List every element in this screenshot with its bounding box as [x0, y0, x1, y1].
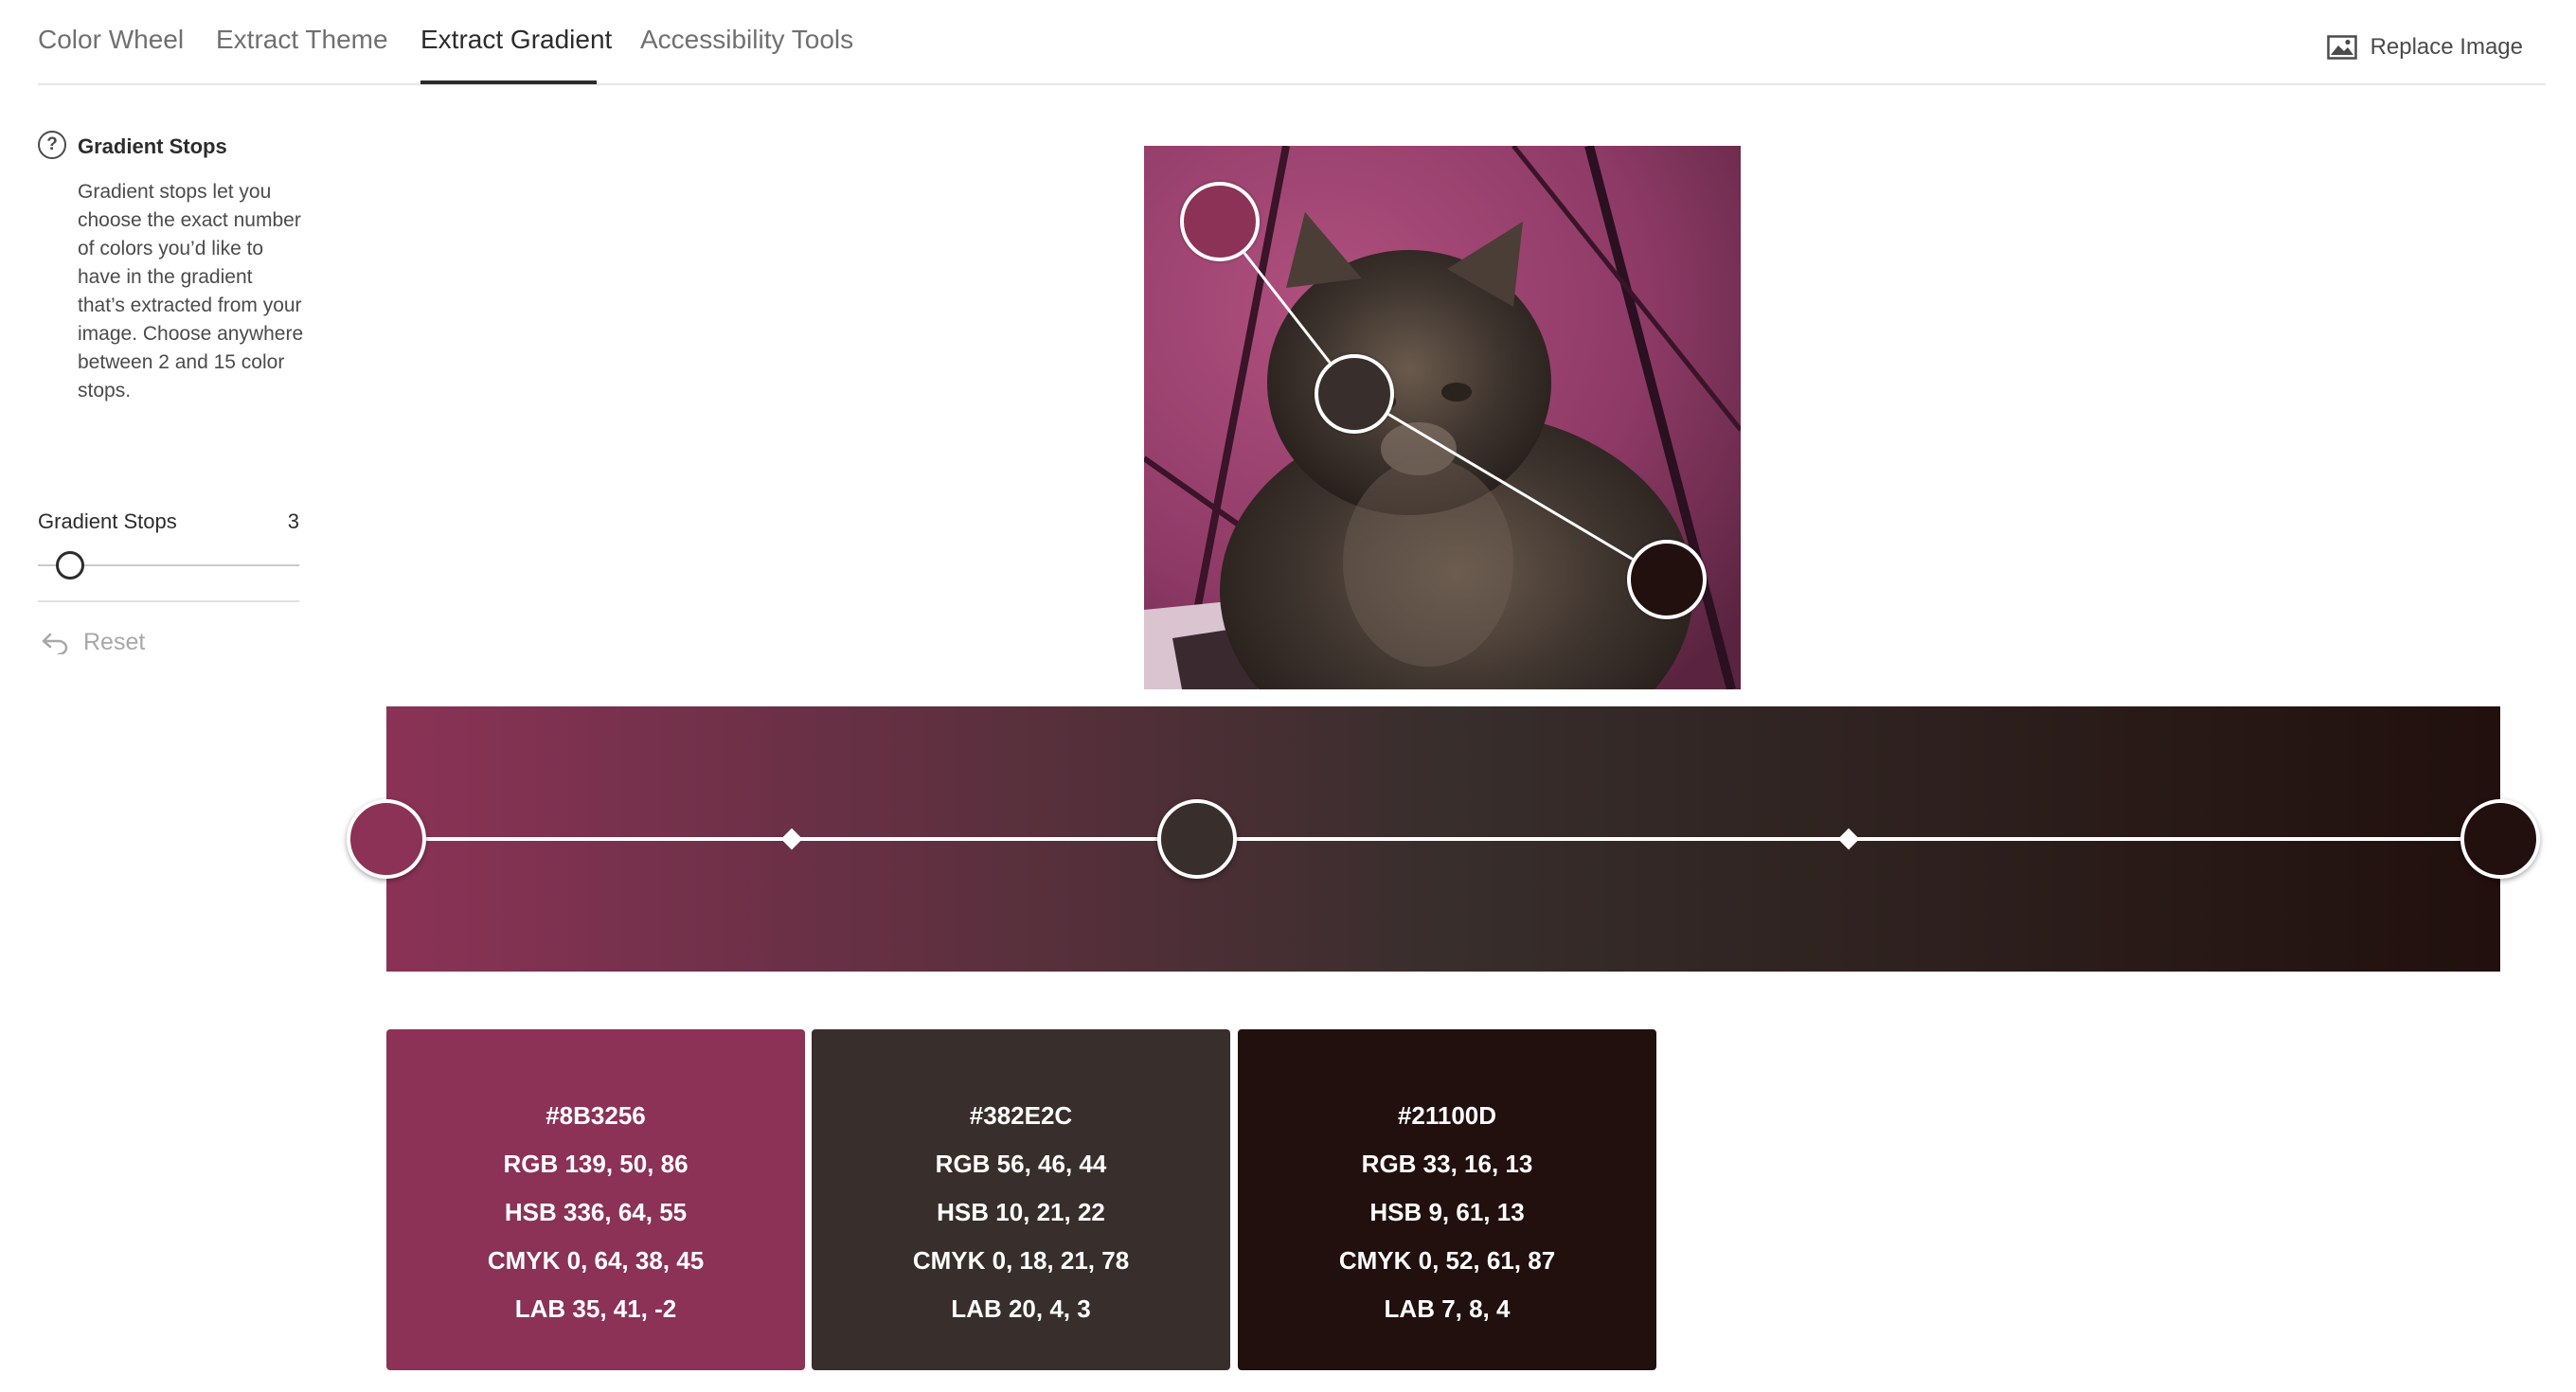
gradient-stops-label: Gradient Stops	[38, 509, 177, 533]
gradient-midpoint-2[interactable]	[1837, 828, 1860, 850]
swatch-lab: LAB 7, 8, 4	[1384, 1294, 1511, 1323]
swatch-hsb: HSB 9, 61, 13	[1369, 1198, 1525, 1226]
source-image[interactable]	[1144, 146, 1741, 689]
active-tab-indicator	[420, 80, 597, 84]
swatch-rgb: RGB 56, 46, 44	[935, 1150, 1107, 1178]
swatch-cmyk: CMYK 0, 18, 21, 78	[912, 1246, 1130, 1275]
image-icon	[2326, 35, 2357, 60]
swatch-hex: #8B3256	[546, 1101, 646, 1130]
swatch-hex: #382E2C	[969, 1101, 1073, 1130]
gradient-preview	[347, 706, 2540, 972]
color-swatch-3[interactable]: #21100D RGB 33, 16, 13 HSB 9, 61, 13 CMY…	[1238, 1029, 1656, 1370]
tab-extract-theme[interactable]: Extract Theme	[216, 25, 388, 55]
swatch-lab: LAB 35, 41, -2	[514, 1294, 677, 1323]
tab-extract-gradient[interactable]: Extract Gradient	[420, 25, 612, 55]
gradient-track-line	[386, 837, 2500, 841]
image-color-picker-2[interactable]	[1315, 354, 1394, 434]
swatch-lab: LAB 20, 4, 3	[951, 1294, 1091, 1323]
help-description: Gradient stops let you choose the exact …	[78, 181, 304, 402]
replace-image-label: Replace Image	[2370, 34, 2523, 60]
tab-accessibility-tools[interactable]: Accessibility Tools	[640, 25, 853, 55]
gradient-stop-3[interactable]	[2460, 799, 2540, 879]
image-color-picker-3[interactable]	[1627, 540, 1707, 619]
color-swatch-2[interactable]: #382E2C RGB 56, 46, 44 HSB 10, 21, 22 CM…	[812, 1029, 1230, 1370]
image-color-picker-1[interactable]	[1180, 182, 1260, 261]
swatch-hsb: HSB 336, 64, 55	[504, 1198, 688, 1226]
swatch-cmyk: CMYK 0, 52, 61, 87	[1338, 1246, 1556, 1275]
help-icon[interactable]: ?	[38, 131, 66, 159]
swatch-hsb: HSB 10, 21, 22	[937, 1198, 1105, 1226]
gradient-midpoint-1[interactable]	[780, 828, 803, 850]
reset-button[interactable]: Reset	[40, 629, 145, 656]
swatch-hex: #21100D	[1397, 1101, 1497, 1130]
tab-color-wheel[interactable]: Color Wheel	[38, 25, 184, 55]
top-nav: Color Wheel Extract Theme Extract Gradie…	[38, 0, 2546, 85]
sidebar-divider	[38, 600, 299, 602]
color-swatch-1[interactable]: #8B3256 RGB 139, 50, 86 HSB 336, 64, 55 …	[386, 1029, 805, 1370]
gradient-stop-2[interactable]	[1157, 799, 1237, 879]
gradient-stops-value: 3	[287, 509, 299, 533]
undo-icon	[42, 633, 68, 654]
gradient-stops-slider-thumb[interactable]	[56, 551, 84, 580]
gradient-stop-1[interactable]	[347, 799, 426, 879]
swatch-cmyk: CMYK 0, 64, 38, 45	[487, 1246, 705, 1275]
reset-label: Reset	[83, 629, 146, 655]
swatch-rgb: RGB 33, 16, 13	[1361, 1150, 1533, 1178]
swatch-rgb: RGB 139, 50, 86	[503, 1150, 689, 1178]
replace-image-button[interactable]: Replace Image	[2326, 34, 2523, 61]
help-title: Gradient Stops	[78, 134, 227, 158]
